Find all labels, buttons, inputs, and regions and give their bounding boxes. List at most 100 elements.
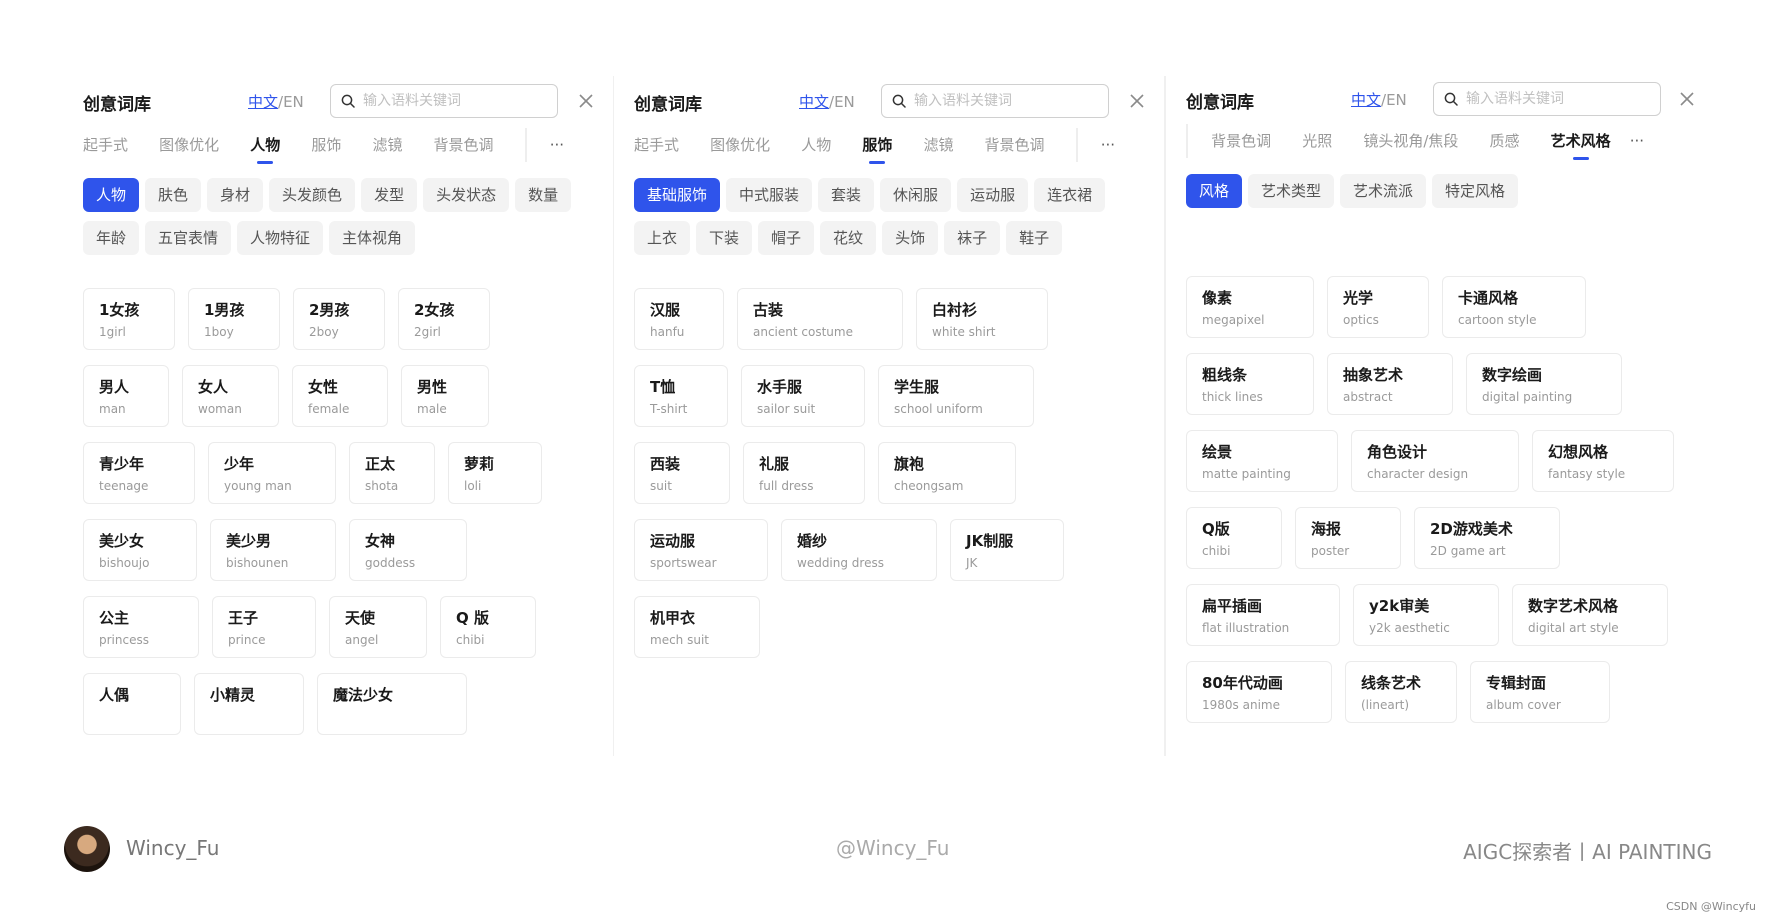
chip-character-traits[interactable]: 人物特征: [237, 221, 324, 255]
keyword-card[interactable]: 2男孩 2boy: [293, 288, 385, 350]
lang-en-link[interactable]: EN: [834, 93, 855, 111]
chip-socks[interactable]: 袜子: [944, 221, 1001, 255]
tab-filter[interactable]: 滤镜: [923, 128, 953, 164]
keyword-card[interactable]: 王子 prince: [212, 596, 316, 658]
lang-zh-link[interactable]: 中文: [799, 93, 829, 111]
chip-casual-wear[interactable]: 休闲服: [880, 178, 952, 212]
keyword-card[interactable]: 数字艺术风格 digital art style: [1512, 584, 1668, 646]
tab-clothing[interactable]: 服饰: [311, 128, 341, 164]
keyword-card[interactable]: 美少男 bishounen: [210, 519, 336, 581]
keyword-card[interactable]: 绘景 matte painting: [1186, 430, 1338, 492]
tab-background-tone[interactable]: 背景色调: [434, 128, 494, 164]
keyword-card[interactable]: 小精灵: [194, 673, 304, 735]
chip-people[interactable]: 人物: [83, 178, 140, 212]
keyword-card[interactable]: 海报 poster: [1295, 507, 1401, 569]
keyword-card[interactable]: 女性 female: [292, 365, 388, 427]
keyword-card[interactable]: 正太 shota: [349, 442, 435, 504]
chip-hairstyle[interactable]: 发型: [361, 178, 418, 212]
tab-art-style[interactable]: 艺术风格: [1551, 124, 1611, 160]
keyword-card[interactable]: Q版 chibi: [1186, 507, 1282, 569]
more-icon[interactable]: ···: [1630, 128, 1644, 150]
tab-background-tone[interactable]: 背景色调: [985, 128, 1045, 164]
keyword-card[interactable]: 男性 male: [401, 365, 489, 427]
tab-image-optimize[interactable]: 图像优化: [710, 128, 770, 164]
search-input[interactable]: [914, 90, 1099, 112]
keyword-card[interactable]: 光学 optics: [1327, 276, 1429, 338]
keyword-card[interactable]: 线条艺术 (lineart): [1345, 661, 1457, 723]
keyword-card[interactable]: 魔法少女: [317, 673, 467, 735]
keyword-card[interactable]: 美少女 bishoujo: [83, 519, 197, 581]
keyword-card[interactable]: 女人 woman: [182, 365, 279, 427]
chip-style[interactable]: 风格: [1186, 174, 1243, 208]
chip-hair-color[interactable]: 头发颜色: [269, 178, 356, 212]
lang-zh-link[interactable]: 中文: [1351, 91, 1381, 109]
keyword-card[interactable]: 1男孩 1boy: [188, 288, 280, 350]
tab-background-tone[interactable]: 背景色调: [1211, 124, 1271, 160]
keyword-card[interactable]: 汉服 hanfu: [634, 288, 724, 350]
keyword-card[interactable]: 古装 ancient costume: [737, 288, 903, 350]
keyword-card[interactable]: 水手服 sailor suit: [741, 365, 865, 427]
keyword-card[interactable]: 卡通风格 cartoon style: [1442, 276, 1586, 338]
chip-body[interactable]: 身材: [207, 178, 264, 212]
search-input[interactable]: [1466, 88, 1651, 110]
keyword-card[interactable]: 抽象艺术 abstract: [1327, 353, 1453, 415]
search-box[interactable]: [881, 84, 1109, 118]
more-icon[interactable]: ···: [1101, 132, 1115, 154]
chip-skin-color[interactable]: 肤色: [145, 178, 202, 212]
keyword-card[interactable]: 人偶: [83, 673, 181, 735]
chip-patterns[interactable]: 花纹: [820, 221, 877, 255]
search-box[interactable]: [330, 84, 558, 118]
chip-suit-set[interactable]: 套装: [818, 178, 875, 212]
keyword-card[interactable]: 青少年 teenage: [83, 442, 195, 504]
keyword-card[interactable]: 天使 angel: [329, 596, 427, 658]
chip-headwear[interactable]: 头饰: [882, 221, 939, 255]
chip-hair-state[interactable]: 头发状态: [423, 178, 510, 212]
keyword-card[interactable]: Q 版 chibi: [440, 596, 536, 658]
chip-bottoms[interactable]: 下装: [696, 221, 753, 255]
keyword-card[interactable]: 角色设计 character design: [1351, 430, 1519, 492]
tab-filter[interactable]: 滤镜: [372, 128, 402, 164]
chip-count[interactable]: 数量: [515, 178, 572, 212]
keyword-card[interactable]: 女神 goddess: [349, 519, 467, 581]
chip-tops[interactable]: 上衣: [634, 221, 691, 255]
lang-en-link[interactable]: EN: [283, 93, 304, 111]
close-icon[interactable]: [577, 92, 595, 110]
keyword-card[interactable]: 白衬衫 white shirt: [916, 288, 1048, 350]
search-input[interactable]: [363, 90, 548, 112]
keyword-card[interactable]: 礼服 full dress: [743, 442, 865, 504]
keyword-card[interactable]: 幻想风格 fantasy style: [1532, 430, 1674, 492]
keyword-card[interactable]: 1女孩 1girl: [83, 288, 175, 350]
keyword-card[interactable]: 2D游戏美术 2D game art: [1414, 507, 1560, 569]
tab-clothing[interactable]: 服饰: [862, 128, 892, 164]
tab-texture[interactable]: 质感: [1489, 124, 1519, 160]
chip-hats[interactable]: 帽子: [758, 221, 815, 255]
chip-basic-clothing[interactable]: 基础服饰: [634, 178, 721, 212]
search-box[interactable]: [1433, 82, 1661, 116]
chip-shoes[interactable]: 鞋子: [1006, 221, 1063, 255]
chip-art-movement[interactable]: 艺术流派: [1340, 174, 1427, 208]
keyword-card[interactable]: y2k审美 y2k aesthetic: [1353, 584, 1499, 646]
tab-starter[interactable]: 起手式: [634, 128, 679, 164]
keyword-card[interactable]: 萝莉 loli: [448, 442, 542, 504]
keyword-card[interactable]: 像素 megapixel: [1186, 276, 1314, 338]
keyword-card[interactable]: T恤 T-shirt: [634, 365, 728, 427]
keyword-card[interactable]: 婚纱 wedding dress: [781, 519, 937, 581]
lang-zh-link[interactable]: 中文: [248, 93, 278, 111]
tab-people[interactable]: 人物: [250, 128, 280, 164]
keyword-card[interactable]: 运动服 sportswear: [634, 519, 768, 581]
more-icon[interactable]: ···: [550, 132, 564, 154]
chip-dress[interactable]: 连衣裙: [1034, 178, 1106, 212]
lang-en-link[interactable]: EN: [1386, 91, 1407, 109]
chip-sportswear[interactable]: 运动服: [957, 178, 1029, 212]
tab-people[interactable]: 人物: [801, 128, 831, 164]
chip-subject-view[interactable]: 主体视角: [329, 221, 416, 255]
keyword-card[interactable]: 80年代动画 1980s anime: [1186, 661, 1332, 723]
keyword-card[interactable]: 男人 man: [83, 365, 169, 427]
keyword-card[interactable]: 学生服 school uniform: [878, 365, 1034, 427]
keyword-card[interactable]: 西装 suit: [634, 442, 730, 504]
keyword-card[interactable]: 粗线条 thick lines: [1186, 353, 1314, 415]
keyword-card[interactable]: 专辑封面 album cover: [1470, 661, 1610, 723]
tab-image-optimize[interactable]: 图像优化: [159, 128, 219, 164]
keyword-card[interactable]: 扁平插画 flat illustration: [1186, 584, 1340, 646]
tab-starter[interactable]: 起手式: [83, 128, 128, 164]
